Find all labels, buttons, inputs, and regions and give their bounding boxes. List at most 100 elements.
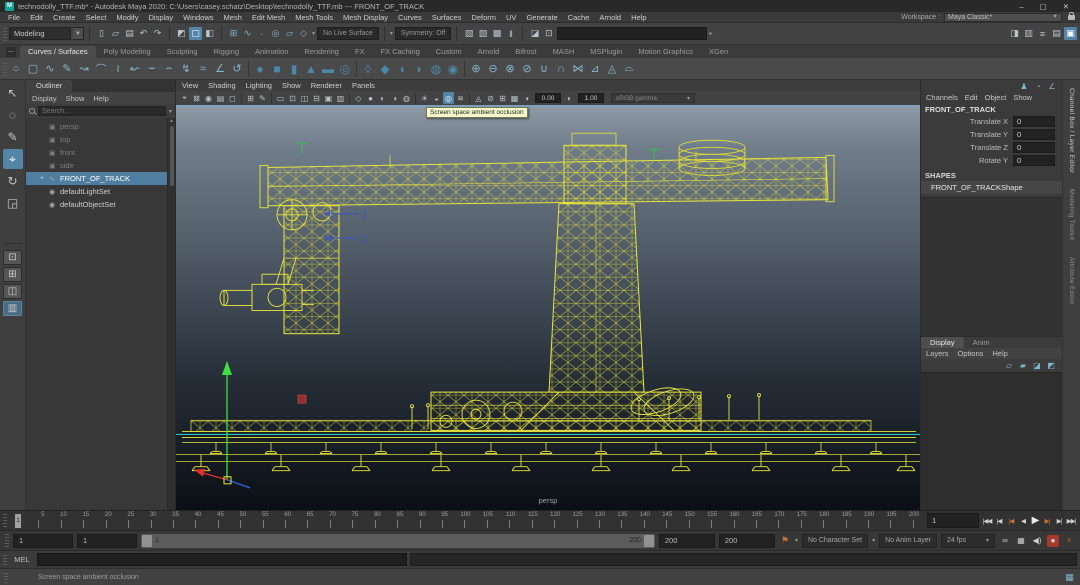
lock-icon[interactable] — [1068, 15, 1075, 20]
cached-playback-icon[interactable]: ⚡ — [1063, 535, 1075, 547]
viewport-canvas[interactable]: Screen space ambient occlusion — [176, 105, 920, 510]
nurbs-cylinder-icon[interactable]: ▮ — [286, 60, 302, 78]
menu-item[interactable]: Mesh Display — [338, 13, 393, 22]
bezier-curve-tool-icon[interactable]: ≀ — [110, 60, 126, 78]
divider[interactable] — [169, 26, 170, 41]
menu-item[interactable]: Select — [81, 13, 112, 22]
separator[interactable] — [356, 60, 357, 77]
frame-tick[interactable]: 30 — [129, 511, 151, 530]
menu-item[interactable]: Windows — [178, 13, 218, 22]
channel-attribute-row[interactable]: Translate Y 0 — [921, 128, 1062, 141]
channel-box-menu-item[interactable]: Edit — [965, 93, 978, 102]
insert-isoparms-icon[interactable]: ⊿ — [587, 60, 603, 78]
snap-to-view-plane-icon[interactable]: ▱ — [283, 27, 296, 40]
intersect-surfaces-icon[interactable]: ⊘ — [519, 60, 535, 78]
live-surface-field[interactable]: No Live Surface — [317, 27, 379, 40]
history-options-icon[interactable]: ▨ — [476, 27, 489, 40]
step-forward-key-button[interactable]: ▶| — [1042, 514, 1052, 528]
motion-blur-icon[interactable]: ≋ — [455, 92, 466, 104]
undo-icon[interactable]: ↶ — [137, 27, 150, 40]
exposure-field[interactable]: 0.00 — [535, 93, 561, 103]
construction-history-icon[interactable]: ▧ — [462, 27, 475, 40]
frame-tick[interactable]: 140 — [622, 511, 644, 530]
snap-to-curve-icon[interactable]: ∿ — [241, 27, 254, 40]
animation-start-field[interactable]: 1 — [13, 534, 73, 548]
expand-icon[interactable]: + — [40, 176, 49, 182]
hud-icon[interactable]: ▦ — [509, 92, 520, 104]
wireframe-icon[interactable]: ◇ — [353, 92, 364, 104]
frame-tick[interactable]: 200 — [891, 511, 913, 530]
make-live-icon[interactable]: ◇ — [297, 27, 310, 40]
layer-editor-tab[interactable]: Display — [921, 337, 964, 348]
menu-item[interactable]: Modify — [111, 13, 143, 22]
range-end-handle[interactable] — [644, 535, 654, 547]
shelf-tab[interactable]: Custom — [428, 46, 470, 58]
separator[interactable] — [248, 60, 249, 77]
gamma-field[interactable]: 1.00 — [578, 93, 604, 103]
separator[interactable] — [271, 93, 272, 104]
snap-to-grid-icon[interactable]: ⊞ — [227, 27, 240, 40]
attach-curves-icon[interactable]: ⌢ — [161, 60, 177, 78]
animation-end-field[interactable]: 200 — [719, 534, 775, 548]
safe-action-icon[interactable]: ▣ — [323, 92, 334, 104]
channel-box-menu-item[interactable]: Channels — [926, 93, 958, 102]
lighting-icon[interactable]: ☀ — [419, 92, 430, 104]
chevron-down-icon[interactable]: ▾ — [795, 537, 798, 544]
frame-tick[interactable]: 55 — [241, 511, 263, 530]
rebuild-surfaces-icon[interactable]: ⋈ — [570, 60, 586, 78]
evaluation-icon[interactable]: ▩ — [490, 27, 503, 40]
shelf-tab[interactable]: MSPlugin — [582, 46, 630, 58]
scroll-up-icon[interactable]: ▲ — [169, 118, 174, 126]
select-tool[interactable]: ↖ — [3, 83, 23, 103]
frame-tick[interactable]: 45 — [196, 511, 218, 530]
cv-curve-tool-icon[interactable]: ∿ — [42, 60, 58, 78]
open-close-surfaces-icon[interactable]: ⊗ — [502, 60, 518, 78]
panel-grip[interactable] — [3, 514, 7, 527]
divider[interactable] — [384, 26, 385, 41]
lasso-select-tool[interactable]: ◌ — [3, 105, 23, 125]
menu-item[interactable]: Mesh Tools — [290, 13, 338, 22]
frame-tick[interactable]: 150 — [667, 511, 689, 530]
play-forwards-button[interactable]: ▶ — [1030, 514, 1040, 528]
three-point-arc-icon[interactable]: ⌒ — [93, 60, 109, 78]
offset-curve-icon[interactable]: ∠ — [212, 60, 228, 78]
range-start-handle[interactable] — [142, 535, 152, 547]
new-empty-layer-icon[interactable]: ◪ — [1032, 360, 1042, 370]
frame-tick[interactable]: 115 — [510, 511, 532, 530]
playblast-icon[interactable]: ▦ — [1015, 535, 1027, 547]
surface-fillet-icon[interactable]: ⌓ — [621, 60, 637, 78]
shelf-tab[interactable]: Curves / Surfaces — [20, 46, 96, 58]
new-scene-icon[interactable]: ▯ — [95, 27, 108, 40]
isolate-select-icon[interactable]: ◬ — [473, 92, 484, 104]
viewport-menu-item[interactable]: Shading — [208, 81, 242, 90]
frame-tick[interactable]: 35 — [152, 511, 174, 530]
mel-input[interactable] — [37, 553, 407, 566]
two-d-pan-zoom-icon[interactable]: ⊞ — [245, 92, 256, 104]
outliner-item[interactable]: ◉ defaultObjectSet — [26, 198, 175, 211]
layout-single-pane[interactable]: ⊡ — [3, 250, 22, 265]
camera-attributes-icon[interactable]: ◉ — [203, 92, 214, 104]
auto-key-icon[interactable]: ⚑ — [781, 535, 789, 546]
go-to-end-button[interactable]: ▶▶| — [1066, 514, 1076, 528]
layer-editor-tab[interactable]: Anim — [964, 337, 999, 348]
menu-item[interactable]: Cache — [563, 13, 595, 22]
nurbs-circle-icon[interactable]: ○ — [8, 60, 24, 78]
nurbs-square-icon[interactable]: ▢ — [25, 60, 41, 78]
menu-item[interactable]: Display — [144, 13, 179, 22]
frame-tick[interactable]: 180 — [802, 511, 824, 530]
wireframe-on-shaded-icon[interactable]: ◍ — [401, 92, 412, 104]
chevron-right-icon[interactable]: ▸ — [709, 30, 712, 37]
viewport-menu-item[interactable]: Panels — [352, 81, 381, 90]
panel-grip[interactable] — [4, 571, 8, 582]
attribute-value-field[interactable]: 0 — [1013, 155, 1055, 166]
panel-grip[interactable] — [3, 554, 7, 566]
shelf-tab[interactable]: FX Caching — [373, 46, 428, 58]
frame-tick[interactable]: 80 — [353, 511, 375, 530]
attribute-value-field[interactable]: 0 — [1013, 142, 1055, 153]
layer-editor-menu-item[interactable]: Help — [992, 349, 1007, 358]
image-plane-icon[interactable]: ◻ — [227, 92, 238, 104]
divider[interactable] — [89, 26, 90, 41]
rebuild-curve-icon[interactable]: ↺ — [229, 60, 245, 78]
nurbs-sphere-icon[interactable]: ● — [252, 60, 268, 78]
menu-item[interactable]: Edit Mesh — [247, 13, 290, 22]
